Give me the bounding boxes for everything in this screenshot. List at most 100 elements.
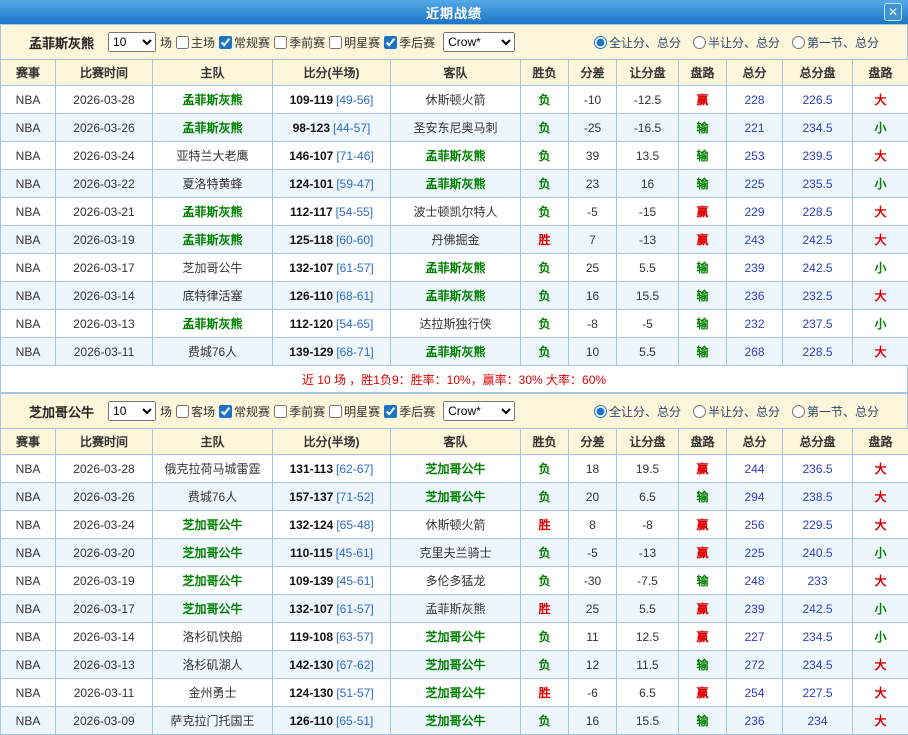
cell-win-loss: 负	[521, 623, 569, 651]
odds-source-select[interactable]: Crow*	[443, 32, 515, 52]
games-count-select[interactable]: 10	[108, 32, 156, 52]
halftime-score: [71-46]	[336, 149, 373, 163]
cell-total-result: 大	[853, 511, 908, 539]
table-row: NBA 2026-03-14 洛杉矶快船 119-108[63-57] 芝加哥公…	[1, 623, 908, 651]
checkbox-regular-season[interactable]: 常规赛	[219, 34, 270, 51]
cell-point-diff: -8	[569, 310, 617, 338]
half-handicap-total-radio[interactable]	[693, 405, 706, 418]
col-header-date: 比赛时间	[56, 60, 153, 86]
cell-away-team: 孟菲斯灰熊	[391, 282, 521, 310]
radio-full-handicap-total[interactable]: 全让分、总分	[594, 34, 681, 51]
halftime-score: [71-52]	[336, 490, 373, 504]
checkbox-playoffs[interactable]: 季后赛	[384, 34, 435, 51]
cell-score: 132-107[61-57]	[273, 595, 391, 623]
table-row: NBA 2026-03-26 费城76人 157-137[71-52] 芝加哥公…	[1, 483, 908, 511]
cell-total-line: 234.5	[783, 623, 853, 651]
halftime-score: [63-57]	[336, 630, 373, 644]
cell-handicap-line: -16.5	[617, 114, 679, 142]
full-score: 119-108	[290, 630, 333, 644]
cell-date: 2026-03-13	[56, 310, 153, 338]
cell-handicap-line: 5.5	[617, 338, 679, 366]
allstar-checkbox[interactable]	[329, 405, 342, 418]
cell-handicap-result: 输	[679, 114, 727, 142]
full-handicap-total-radio[interactable]	[594, 36, 607, 49]
checkbox-regular-season[interactable]: 常规赛	[219, 403, 270, 420]
cell-handicap-line: -13	[617, 226, 679, 254]
first-quarter-total-radio[interactable]	[792, 36, 805, 49]
first-quarter-total-radio[interactable]	[792, 405, 805, 418]
col-header-league: 赛事	[1, 60, 56, 86]
cell-total-line: 237.5	[783, 310, 853, 338]
grizzlies-results-table: 赛事 比赛时间 主队 比分(半场) 客队 胜负 分差 让分盘 盘路 总分 总分盘…	[0, 59, 908, 366]
cell-total-line: 233	[783, 567, 853, 595]
away-games-checkbox[interactable]	[176, 405, 189, 418]
checkbox-label: 季后赛	[399, 34, 435, 51]
cell-handicap-result: 输	[679, 567, 727, 595]
halftime-score: [61-57]	[336, 261, 373, 275]
full-score: 142-130	[289, 658, 333, 672]
allstar-checkbox[interactable]	[329, 36, 342, 49]
checkbox-away-games[interactable]: 客场	[176, 403, 215, 420]
cell-total-line: 232.5	[783, 282, 853, 310]
cell-win-loss: 负	[521, 254, 569, 282]
cell-date: 2026-03-13	[56, 651, 153, 679]
cell-date: 2026-03-11	[56, 679, 153, 707]
table-row: NBA 2026-03-11 金州勇士 124-130[51-57] 芝加哥公牛…	[1, 679, 908, 707]
full-score: 139-129	[289, 345, 333, 359]
radio-half-handicap-total[interactable]: 半让分、总分	[693, 34, 780, 51]
checkbox-home-games[interactable]: 主场	[176, 34, 215, 51]
table-row: NBA 2026-03-28 俄克拉荷马城雷霆 131-113[62-67] 芝…	[1, 455, 908, 483]
half-handicap-total-radio[interactable]	[693, 36, 706, 49]
radio-half-handicap-total[interactable]: 半让分、总分	[693, 403, 780, 420]
halftime-score: [45-61]	[336, 546, 373, 560]
home-games-checkbox[interactable]	[176, 36, 189, 49]
cell-score: 119-108[63-57]	[273, 623, 391, 651]
grizzlies-filter-bar: 孟菲斯灰熊 10 场 主场 常规赛 季前赛 明星赛 季后赛 Crow* 全让分、…	[0, 24, 908, 59]
cell-league: NBA	[1, 226, 56, 254]
preseason-checkbox[interactable]	[274, 36, 287, 49]
odds-source-select[interactable]: Crow*	[443, 401, 515, 421]
checkbox-preseason[interactable]: 季前赛	[274, 34, 325, 51]
col-header-total-result: 盘路	[853, 429, 908, 455]
checkbox-playoffs[interactable]: 季后赛	[384, 403, 435, 420]
checkbox-allstar[interactable]: 明星赛	[329, 34, 380, 51]
bulls-results-table: 赛事 比赛时间 主队 比分(半场) 客队 胜负 分差 让分盘 盘路 总分 总分盘…	[0, 428, 908, 735]
cell-total-result: 大	[853, 651, 908, 679]
cell-league: NBA	[1, 198, 56, 226]
full-score: 124-130	[289, 686, 333, 700]
halftime-score: [67-62]	[336, 658, 373, 672]
playoffs-checkbox[interactable]	[384, 36, 397, 49]
radio-first-quarter-total[interactable]: 第一节、总分	[792, 34, 879, 51]
cell-total-line: 227.5	[783, 679, 853, 707]
close-icon[interactable]: ✕	[884, 3, 902, 21]
panel-title: 近期战绩	[426, 3, 482, 22]
col-header-home: 主队	[153, 60, 273, 86]
halftime-score: [54-65]	[336, 317, 373, 331]
cell-total-result: 大	[853, 142, 908, 170]
regular-season-checkbox[interactable]	[219, 405, 232, 418]
cell-home-team: 孟菲斯灰熊	[153, 310, 273, 338]
full-handicap-total-radio[interactable]	[594, 405, 607, 418]
cell-point-diff: 25	[569, 254, 617, 282]
cell-handicap-line: 15.5	[617, 282, 679, 310]
radio-first-quarter-total[interactable]: 第一节、总分	[792, 403, 879, 420]
col-header-score: 比分(半场)	[273, 60, 391, 86]
cell-home-team: 洛杉矶湖人	[153, 651, 273, 679]
cell-home-team: 亚特兰大老鹰	[153, 142, 273, 170]
full-score: 146-107	[289, 149, 333, 163]
cell-point-diff: 10	[569, 338, 617, 366]
cell-home-team: 费城76人	[153, 338, 273, 366]
cell-league: NBA	[1, 679, 56, 707]
preseason-checkbox[interactable]	[274, 405, 287, 418]
col-header-diff: 分差	[569, 60, 617, 86]
cell-home-team: 孟菲斯灰熊	[153, 86, 273, 114]
regular-season-checkbox[interactable]	[219, 36, 232, 49]
cell-handicap-result: 输	[679, 338, 727, 366]
checkbox-preseason[interactable]: 季前赛	[274, 403, 325, 420]
playoffs-checkbox[interactable]	[384, 405, 397, 418]
games-count-select[interactable]: 10	[108, 401, 156, 421]
radio-full-handicap-total[interactable]: 全让分、总分	[594, 403, 681, 420]
checkbox-allstar[interactable]: 明星赛	[329, 403, 380, 420]
cell-total-result: 大	[853, 226, 908, 254]
cell-league: NBA	[1, 310, 56, 338]
